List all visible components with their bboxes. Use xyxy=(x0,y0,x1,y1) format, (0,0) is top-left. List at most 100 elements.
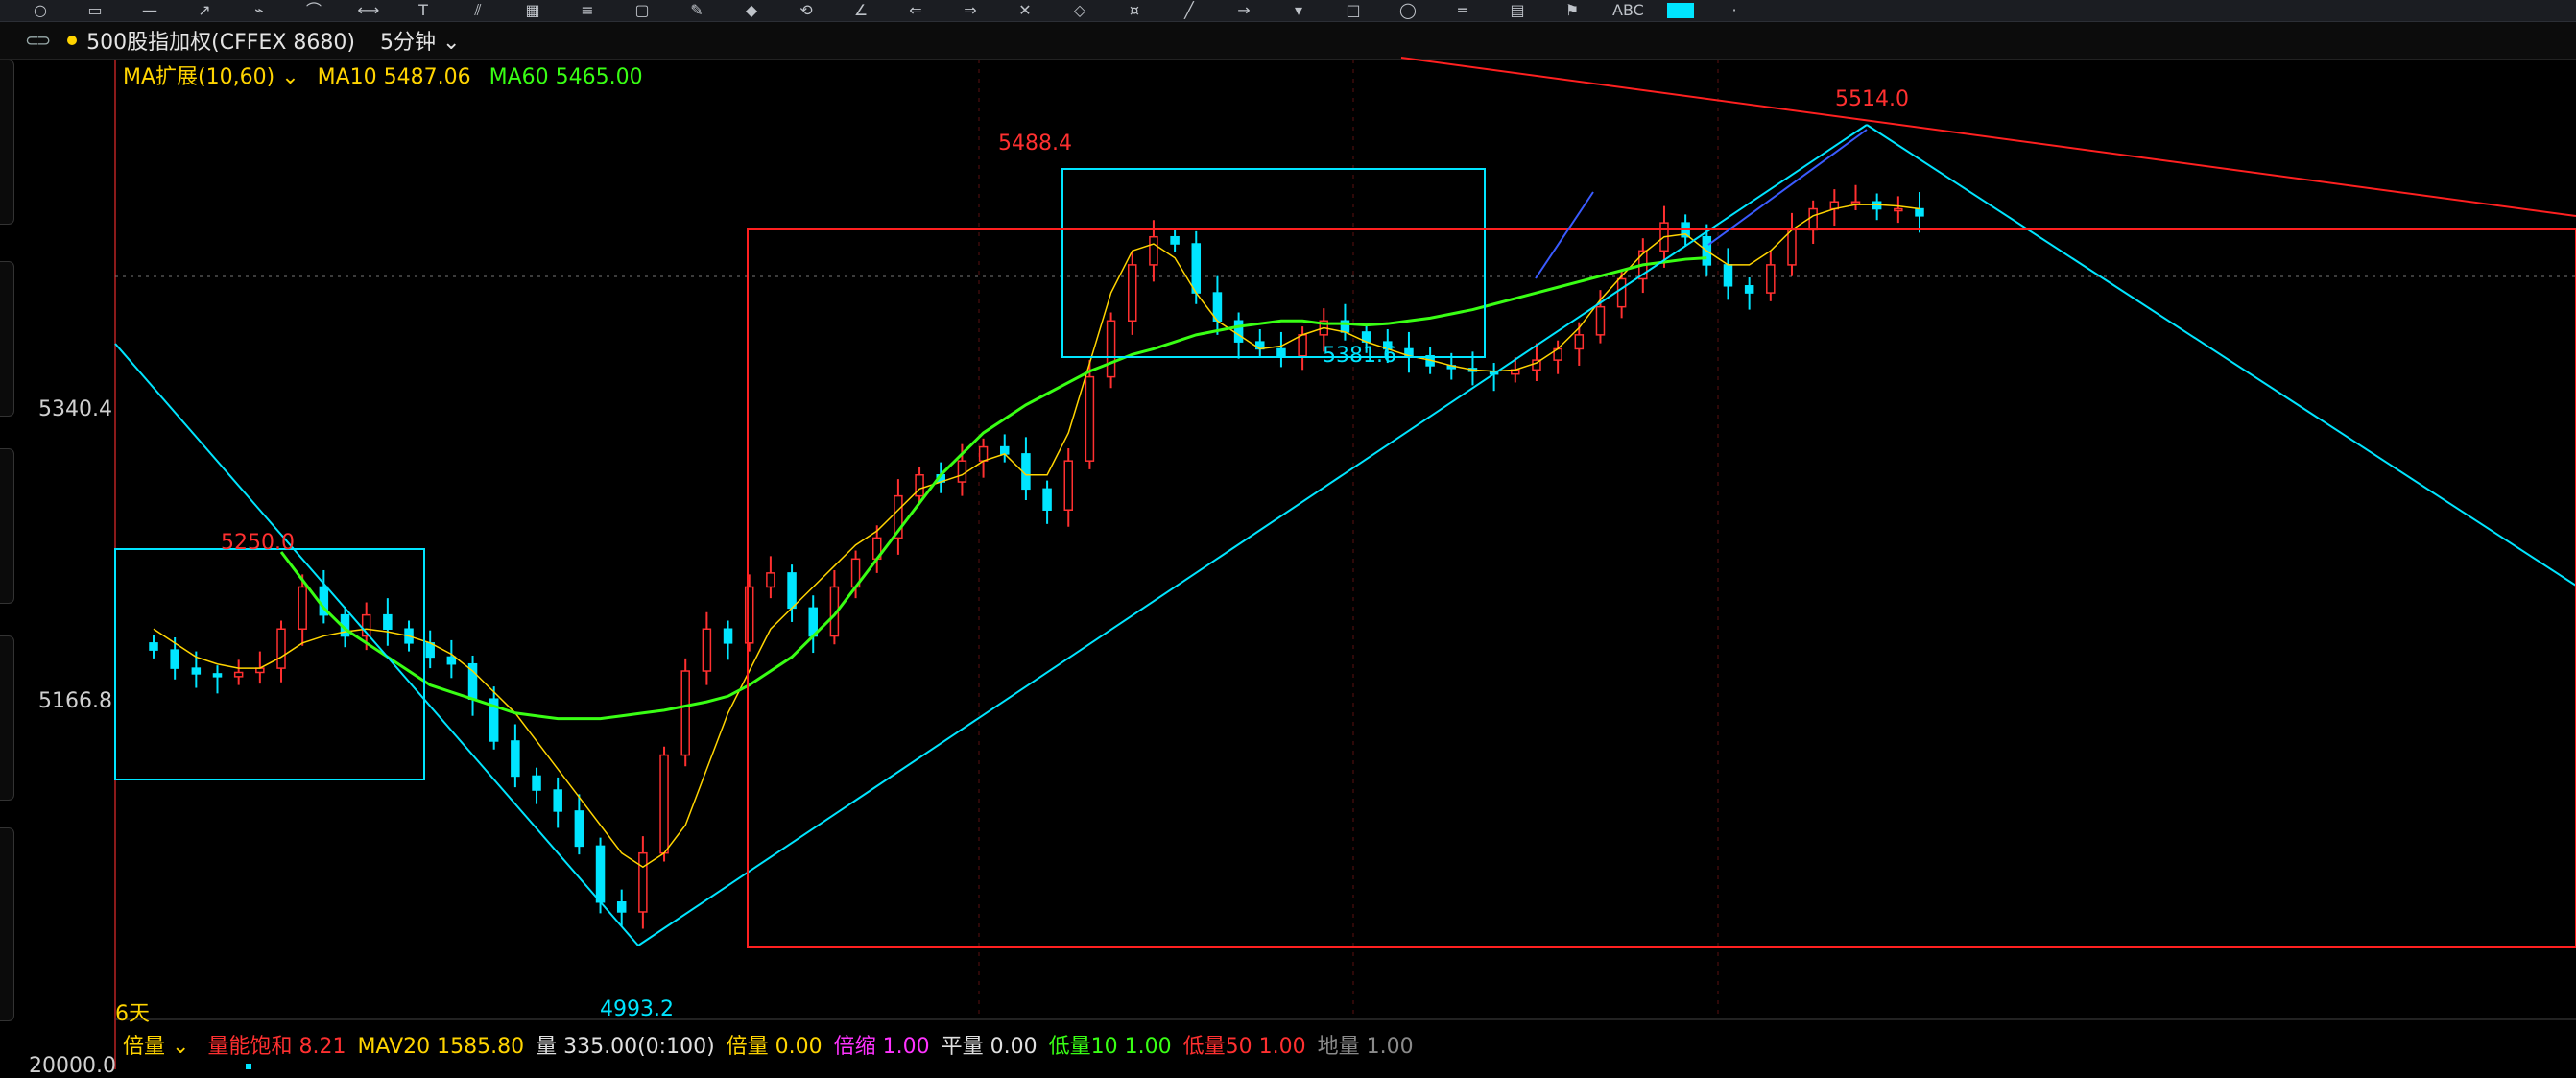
volume-legend-value: 1585.80 xyxy=(430,1035,525,1059)
candle-body xyxy=(1894,207,1903,212)
candle-body xyxy=(957,460,967,483)
volume-legend-value: 1.00 xyxy=(1252,1035,1306,1059)
candle-body xyxy=(276,628,286,669)
trend-line-up xyxy=(637,124,1868,946)
candle-body xyxy=(1744,285,1754,294)
key-price-label: 5488.4 xyxy=(998,132,1072,156)
candle-body xyxy=(1191,243,1202,294)
candle-body xyxy=(638,851,648,913)
candle-body xyxy=(532,775,541,791)
volume-legend-label: 地量 xyxy=(1317,1035,1360,1059)
volume-legend-label: 低量10 xyxy=(1048,1035,1118,1059)
volume-legend-item: 低量50 1.00 xyxy=(1183,1035,1306,1059)
ma-legend: MA扩展(10,60) ⌄ MA10 5487.06 MA60 5465.00 xyxy=(123,60,655,90)
volume-legend-item: 量 335.00(0:100) xyxy=(536,1035,715,1059)
ma60-label: MA60 xyxy=(489,65,549,89)
volume-legend: 倍量 ⌄ 量能饱和 8.21 MAV20 1585.80 量 335.00(0:10… xyxy=(123,1029,1425,1060)
candle-body xyxy=(659,754,669,854)
volume-legend-value: 0.00 xyxy=(768,1035,823,1059)
range-box-3 xyxy=(747,228,2576,948)
candle-body xyxy=(1723,264,1733,287)
volume-legend-value: 1.00 xyxy=(875,1035,930,1059)
volume-legend-item: 倍量 0.00 xyxy=(727,1035,823,1059)
price-chart[interactable]: 5250.0 4993.2 5488.4 5381.6 5514.0 xyxy=(0,0,2576,1069)
candle-body xyxy=(1063,460,1074,511)
ma-selector-label: MA扩展(10,60) xyxy=(123,65,275,89)
blue-trend-2 xyxy=(1707,129,1868,246)
candle-body xyxy=(1233,320,1244,343)
ma-selector[interactable]: MA扩展(10,60) ⌄ xyxy=(123,65,299,89)
trend-line-down xyxy=(114,343,639,946)
candle-body xyxy=(616,901,627,913)
volume-legend-item: 量能饱和 8.21 xyxy=(207,1035,346,1059)
candle-body xyxy=(446,656,457,665)
ma60-value: 5465.00 xyxy=(555,65,643,89)
candle-body xyxy=(766,572,775,588)
candle-body xyxy=(1574,334,1585,350)
side-tab-4[interactable] xyxy=(0,635,14,801)
candle-body xyxy=(1085,375,1095,462)
volume-selector[interactable]: 倍量 ⌄ xyxy=(123,1035,189,1059)
volume-legend-label: 平量 xyxy=(941,1035,984,1059)
volume-legend-value: 0.00 xyxy=(983,1035,1038,1059)
candle-body xyxy=(298,586,307,630)
ma60-line xyxy=(279,256,1707,721)
candle-body xyxy=(170,649,179,669)
candle-body xyxy=(1128,264,1137,323)
ma10-label: MA10 xyxy=(317,65,377,89)
candle-body xyxy=(787,572,797,610)
side-tab-5[interactable] xyxy=(0,827,14,1021)
chevron-down-icon: ⌄ xyxy=(172,1035,190,1059)
ma10-value: 5487.06 xyxy=(383,65,471,89)
trend-line-down-2 xyxy=(1866,124,2576,587)
key-price-label: 5381.6 xyxy=(1323,344,1396,368)
volume-legend-value: 1.00 xyxy=(1117,1035,1172,1059)
y-axis-label-volume: 20000.0 xyxy=(29,1054,116,1078)
candle-body xyxy=(1616,277,1627,308)
candle-body xyxy=(999,445,1010,455)
key-price-label: 5250.0 xyxy=(221,531,295,555)
side-tab-3[interactable] xyxy=(0,448,14,604)
resistance-line xyxy=(1400,57,2576,217)
volume-legend-value: 335.00(0:100) xyxy=(557,1035,715,1059)
candle-body xyxy=(1042,488,1052,511)
candle-body xyxy=(702,628,712,672)
candle-body xyxy=(978,445,989,462)
candle-body xyxy=(511,740,520,778)
volume-legend-label: 量能饱和 xyxy=(207,1035,293,1059)
candle-body xyxy=(1276,347,1286,357)
chevron-down-icon: ⌄ xyxy=(281,65,299,89)
candle-body xyxy=(149,642,158,651)
candle-body xyxy=(680,670,690,756)
volume-legend-item: MAV20 1585.80 xyxy=(357,1035,524,1059)
key-price-label: 5514.0 xyxy=(1835,87,1909,111)
volume-legend-label: 倍缩 xyxy=(833,1035,876,1059)
ma60-readout: MA60 5465.00 xyxy=(489,65,643,89)
candle-body xyxy=(1915,207,1924,217)
volume-legend-item: 地量 1.00 xyxy=(1318,1035,1414,1059)
volume-legend-label: 量 xyxy=(536,1035,558,1059)
side-tab-2[interactable] xyxy=(0,261,14,417)
candle-body xyxy=(1298,334,1307,357)
candle-body xyxy=(723,628,733,644)
candle-body xyxy=(1106,320,1116,378)
candle-body xyxy=(574,810,584,848)
volume-legend-label: 倍量 xyxy=(726,1035,769,1059)
left-side-tabs xyxy=(0,60,15,1069)
candle-body xyxy=(1850,201,1861,204)
volume-legend-value: 8.21 xyxy=(292,1035,346,1059)
y-axis-label-upper: 5340.4 xyxy=(38,397,112,421)
candle-body xyxy=(915,474,924,497)
candle-body xyxy=(1170,235,1180,245)
side-tab-1[interactable] xyxy=(0,60,14,225)
candle-body xyxy=(383,613,393,630)
range-box-1 xyxy=(114,548,425,780)
candle-body xyxy=(595,845,606,903)
candle-body xyxy=(233,671,244,678)
volume-legend-label: 低量50 xyxy=(1182,1035,1252,1059)
candle-body xyxy=(1766,264,1776,294)
volume-selector-label: 倍量 xyxy=(123,1035,166,1059)
candle-body xyxy=(1595,305,1606,336)
blue-trend-1 xyxy=(1535,191,1594,279)
volume-bar xyxy=(246,1064,251,1069)
